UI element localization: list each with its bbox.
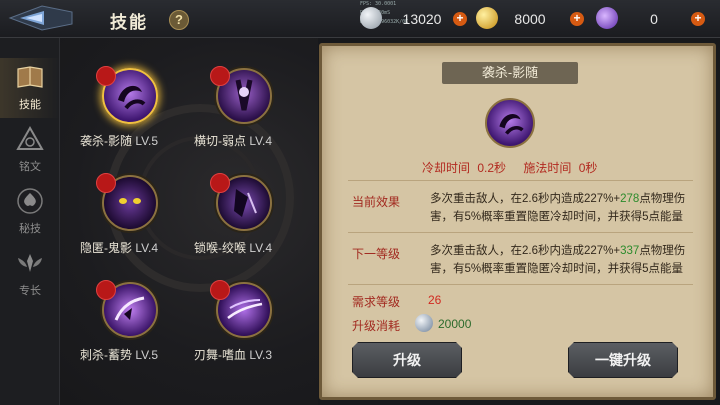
skill-type-badge-icon xyxy=(210,280,230,300)
silver-coin-icon xyxy=(415,314,433,332)
skill-slot-ghost-shadow[interactable]: 隐匿-鬼影 LV.4 xyxy=(80,173,190,265)
skill-name: 袭杀-影随 LV.5 xyxy=(80,134,159,148)
gem-currency: 0 + xyxy=(596,7,712,31)
nav-label: 秘技 xyxy=(19,223,41,235)
cast-time-value: 0秒 xyxy=(578,161,598,175)
skill-slot-charge[interactable]: 刺杀-蓄势 LV.5 xyxy=(80,280,190,372)
current-effect-label: 当前效果 xyxy=(352,195,401,209)
divider xyxy=(348,180,693,181)
add-gem-button[interactable]: + xyxy=(691,12,705,26)
skill-name: 刺杀-蓄势 LV.5 xyxy=(80,348,159,362)
next-level-label: 下一等级 xyxy=(352,247,401,261)
upgrade-button[interactable]: 升级 xyxy=(352,342,462,378)
skill-grid: 袭杀-影随 LV.5 横切-弱点 LV.4 隐匿-鬼影 LV.4 锁喉-绞喉 L… xyxy=(60,38,318,405)
back-button[interactable] xyxy=(6,2,80,34)
skill-type-badge-icon xyxy=(210,173,230,193)
add-silver-button[interactable]: + xyxy=(453,12,467,26)
book-icon xyxy=(17,66,43,88)
cooldown-value: 0.2秒 xyxy=(477,161,507,175)
nav-tab-skills[interactable]: 技能 xyxy=(0,58,60,118)
divider xyxy=(348,284,693,285)
selected-skill-icon xyxy=(485,98,535,148)
left-nav: 技能 铭文 秘技 专长 xyxy=(0,38,60,405)
skill-type-badge-icon xyxy=(96,66,116,86)
cooldown-row: 冷却时间 0.2秒 施法时间 0秒 xyxy=(422,159,601,176)
wings-emblem-icon xyxy=(18,254,42,272)
skill-slot-bloodthirst[interactable]: 刃舞-嗜血 LV.3 xyxy=(194,280,304,372)
nav-tab-inscription[interactable]: 铭文 xyxy=(0,120,60,180)
skill-type-badge-icon xyxy=(210,66,230,86)
cast-time-label: 施法时间 xyxy=(523,161,572,175)
nav-label: 专长 xyxy=(19,285,41,297)
nav-label: 铭文 xyxy=(19,161,41,173)
required-level-value: 26 xyxy=(428,293,442,307)
silver-currency: 13020 + xyxy=(360,7,470,31)
next-level-text: 多次重击敌人，在2.6秒内造成227%+337点物理伤害，有5%概率重置隐匿冷却… xyxy=(430,245,686,275)
skill-name: 横切-弱点 LV.4 xyxy=(194,134,273,148)
skill-type-badge-icon xyxy=(96,173,116,193)
skill-name: 隐匿-鬼影 LV.4 xyxy=(80,241,159,255)
silver-coin-icon xyxy=(360,7,382,29)
skill-slot-strangle[interactable]: 锁喉-绞喉 LV.4 xyxy=(194,173,304,265)
nav-tab-specialty[interactable]: 专长 xyxy=(0,244,60,304)
skill-detail-title: 袭杀-影随 xyxy=(442,62,578,84)
upgrade-cost-value: 20000 xyxy=(438,317,472,331)
skill-detail-panel: 袭杀-影随 冷却时间 0.2秒 施法时间 0秒 当前效果 多次重击敌人，在2.6… xyxy=(319,43,716,400)
current-effect-text: 多次重击敌人，在2.6秒内造成227%+278点物理伤害，有5%概率重置隐匿冷却… xyxy=(430,193,686,223)
gold-value: 8000 xyxy=(514,11,546,27)
back-arrow-icon xyxy=(8,5,73,31)
skill-slot-weak-point[interactable]: 横切-弱点 LV.4 xyxy=(194,66,304,158)
skill-type-badge-icon xyxy=(96,280,116,300)
upgrade-cost-label: 升级消耗 xyxy=(352,319,401,333)
triangle-rune-icon xyxy=(16,125,44,150)
spade-emblem-icon xyxy=(17,188,43,214)
page-title: 技能 xyxy=(110,13,148,32)
required-level-label: 需求等级 xyxy=(352,295,401,309)
nav-label: 技能 xyxy=(19,99,41,111)
skill-slot-shadow-follow[interactable]: 袭杀-影随 LV.5 xyxy=(80,66,190,158)
skill-name: 锁喉-绞喉 LV.4 xyxy=(194,241,273,255)
gem-value: 0 xyxy=(650,11,658,27)
gold-currency: 8000 + xyxy=(476,7,586,31)
nav-tab-secret-skill[interactable]: 秘技 xyxy=(0,182,60,242)
help-button[interactable]: ? xyxy=(169,10,189,30)
add-gold-button[interactable]: + xyxy=(570,12,584,26)
skill-name: 刃舞-嗜血 LV.3 xyxy=(194,348,273,362)
top-bar: 技能 ? FPS: 30.0001 Ping: 30mS Mem: 319603… xyxy=(0,0,720,38)
one-click-upgrade-button[interactable]: 一键升级 xyxy=(568,342,678,378)
silver-value: 13020 xyxy=(402,11,442,27)
divider xyxy=(348,232,693,233)
cooldown-label: 冷却时间 xyxy=(422,161,471,175)
